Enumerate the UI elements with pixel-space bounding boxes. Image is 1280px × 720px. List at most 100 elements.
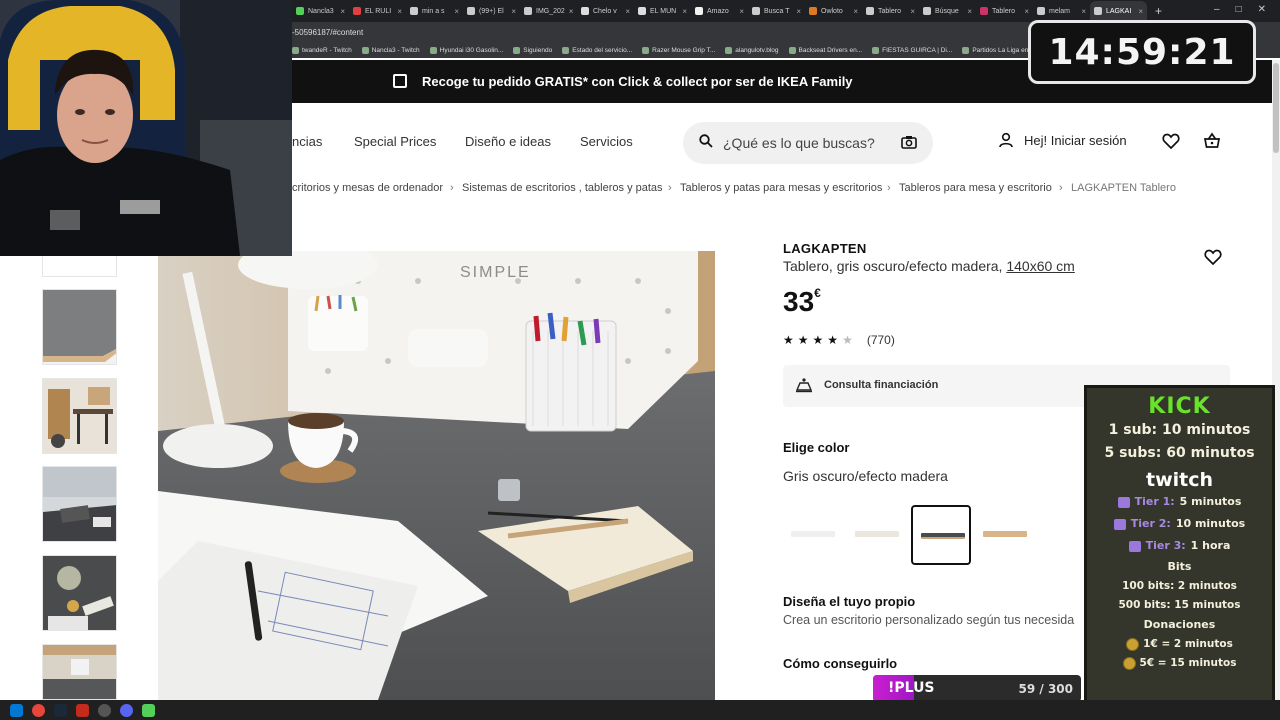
minimize-button[interactable]: –	[1214, 4, 1220, 15]
tab-close-icon[interactable]: ×	[625, 7, 630, 16]
browser-tab[interactable]: Busca T ×	[748, 1, 805, 21]
kick-rule: 5 subs: 60 minutos	[1104, 445, 1255, 461]
bookmark-item[interactable]: alangulotv.blog	[725, 46, 779, 54]
cart-icon[interactable]	[1203, 132, 1221, 150]
tab-close-icon[interactable]: ×	[340, 7, 345, 16]
browser-tab[interactable]: Nancla3 ×	[292, 1, 349, 21]
discord-icon[interactable]	[120, 703, 133, 717]
tab-close-icon[interactable]: ×	[853, 7, 858, 16]
nav-item-servicios[interactable]: Servicios	[580, 134, 633, 149]
tab-label: Tablero	[992, 7, 1015, 15]
tab-label: Chelo v	[593, 7, 617, 15]
bookmark-item[interactable]: Siguiendo	[513, 46, 552, 54]
bookmark-label: twandeR - Twitch	[302, 46, 352, 54]
login-link[interactable]: Hej! Iniciar sesión	[998, 132, 1127, 148]
breadcrumb-item[interactable]: critorios y mesas de ordenador	[292, 182, 443, 194]
browser-tab[interactable]: IMG_202 ×	[520, 1, 577, 21]
media-app-icon[interactable]	[76, 703, 89, 717]
search-input[interactable]: ¿Qué es lo que buscas?	[723, 135, 875, 151]
close-window-button[interactable]: ✕	[1258, 4, 1266, 15]
bookmark-item[interactable]: Estado del servicio...	[562, 46, 632, 54]
bookmark-item[interactable]: Nancla3 - Twitch	[361, 46, 420, 54]
browser-tab[interactable]: EL RULI ×	[349, 1, 406, 21]
tab-close-icon[interactable]: ×	[569, 7, 574, 16]
plus-count: 59 / 300	[1018, 682, 1074, 696]
browser-tab[interactable]: EL MUN ×	[634, 1, 691, 21]
bookmark-item[interactable]: Backseat Drivers en...	[788, 46, 862, 54]
start-icon[interactable]	[10, 703, 23, 717]
tab-close-icon[interactable]: ×	[796, 7, 801, 16]
thumbnail[interactable]	[42, 378, 117, 454]
review-count[interactable]: (770)	[867, 333, 895, 347]
browser-tab[interactable]: (99+) El ×	[463, 1, 520, 21]
scrollbar-thumb[interactable]	[1273, 63, 1279, 153]
color-swatch-wood[interactable]	[975, 505, 1035, 565]
bits-rule: 100 bits: 2 minutos	[1122, 580, 1237, 592]
wishlist-heart-icon[interactable]	[1162, 132, 1180, 150]
nav-item-ofertas[interactable]: ncias	[292, 134, 322, 149]
bookmark-item[interactable]: twandeR - Twitch	[292, 46, 352, 54]
browser-tab[interactable]: LAGKAI ×	[1090, 1, 1147, 21]
browser-tab[interactable]: Tablero ×	[976, 1, 1033, 21]
bookmark-item[interactable]: Hyundai i30 Gasolin...	[429, 46, 503, 54]
bookmark-item[interactable]: Razer Mouse Grip T...	[642, 46, 716, 54]
camera-search-icon[interactable]	[901, 135, 917, 149]
thumbnail[interactable]	[42, 644, 117, 700]
obs-icon[interactable]	[98, 703, 111, 717]
tab-close-icon[interactable]: ×	[511, 7, 516, 16]
tab-label: Owloto	[821, 7, 843, 15]
bookmark-label: Razer Mouse Grip T...	[652, 46, 716, 54]
rating-stars[interactable]: ★ ★ ★ ★ ★ (770)	[783, 333, 895, 347]
browser-tab[interactable]: Tablero ×	[862, 1, 919, 21]
maximize-button[interactable]: □	[1236, 4, 1242, 15]
tab-close-icon[interactable]: ×	[397, 7, 402, 16]
browser-tab[interactable]: Owloto ×	[805, 1, 862, 21]
site-header: ncias Special Prices Diseño e ideas Serv…	[292, 103, 1280, 181]
color-swatch-white-oak[interactable]	[847, 505, 907, 565]
color-swatch-white[interactable]	[783, 505, 843, 565]
browser-tab[interactable]: Chelo v ×	[577, 1, 634, 21]
breadcrumb-item[interactable]: Tableros y patas para mesas y escritorio…	[680, 182, 882, 194]
thumbnail[interactable]	[42, 555, 117, 631]
tab-close-icon[interactable]: ×	[967, 7, 972, 16]
bits-heading: Bits	[1167, 560, 1192, 573]
browser-tab[interactable]: melam ×	[1033, 1, 1090, 21]
tab-close-icon[interactable]: ×	[1138, 7, 1143, 16]
tab-close-icon[interactable]: ×	[739, 7, 744, 16]
tab-close-icon[interactable]: ×	[1081, 7, 1086, 16]
thumbnail[interactable]	[42, 466, 117, 542]
browser-tab[interactable]: min a s ×	[406, 1, 463, 21]
tab-favicon-icon	[1094, 7, 1102, 15]
steam-icon[interactable]	[54, 703, 67, 717]
tab-close-icon[interactable]: ×	[682, 7, 687, 16]
browser-tab[interactable]: Búsque ×	[919, 1, 976, 21]
tab-close-icon[interactable]: ×	[454, 7, 459, 16]
new-tab-button[interactable]: +	[1155, 4, 1162, 18]
nav-item-special-prices[interactable]: Special Prices	[354, 134, 436, 149]
search-bar[interactable]: ¿Qué es lo que buscas?	[683, 122, 933, 164]
tab-close-icon[interactable]: ×	[910, 7, 915, 16]
bookmark-item[interactable]: FIESTAS GUIRCA | Di...	[872, 46, 952, 54]
color-swatch-dark-grey[interactable]	[911, 505, 971, 565]
plus-progress-bar: !PLUS 59 / 300	[873, 675, 1081, 702]
save-to-list-heart-icon[interactable]	[1204, 249, 1222, 265]
tier-rule: Tier 3: 1 hora	[1087, 535, 1272, 557]
design-description[interactable]: Crea un escritorio personalizado según t…	[783, 613, 1074, 627]
breadcrumb-item[interactable]: Sistemas de escritorios , tableros y pat…	[462, 182, 663, 194]
price-value: 33	[783, 286, 815, 317]
bookmark-item[interactable]: Partidos La Liga en...	[962, 46, 1034, 54]
product-main-image[interactable]: SIMPLE	[158, 251, 715, 700]
donations-heading: Donaciones	[1143, 618, 1216, 631]
tab-close-icon[interactable]: ×	[1024, 7, 1029, 16]
product-size-link[interactable]: 140x60 cm	[1006, 258, 1074, 274]
nav-item-diseno-ideas[interactable]: Diseño e ideas	[465, 134, 551, 149]
breadcrumb: critorios y mesas de ordenador › Sistema…	[292, 182, 1280, 198]
thumbnail-strip	[0, 245, 158, 700]
breadcrumb-item[interactable]: Tableros para mesa y escritorio	[899, 182, 1052, 194]
kick-app-icon[interactable]	[142, 703, 155, 717]
thumbnail[interactable]	[42, 289, 117, 365]
search-icon	[699, 134, 713, 148]
selected-color-name: Gris oscuro/efecto madera	[783, 468, 948, 484]
browser-tab[interactable]: Amazo ×	[691, 1, 748, 21]
chrome-icon[interactable]	[32, 703, 45, 717]
